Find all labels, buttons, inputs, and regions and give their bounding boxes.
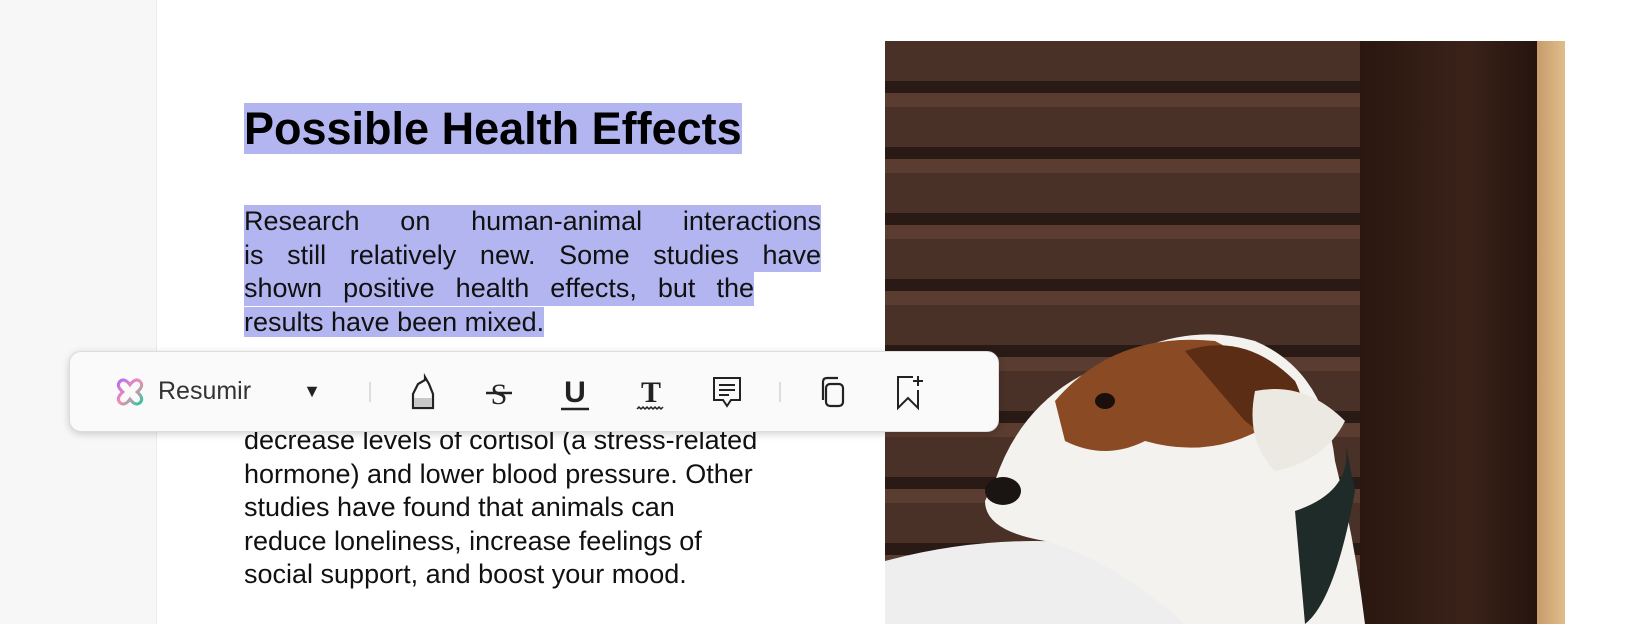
underline-button[interactable]: U [555,372,595,412]
strikethrough-button[interactable]: S [479,372,519,412]
squiggly-button[interactable]: T [631,372,671,412]
strikethrough-icon: S [485,378,512,411]
squiggly-text-icon: T [636,376,664,410]
svg-text:T: T [641,376,661,409]
text-line: results have been mixed. [244,306,545,340]
dog-photo [885,41,1565,624]
heading-text: Possible Health Effects [244,103,742,154]
text-line-selected: results have been mixed. [244,306,545,337]
add-bookmark-button[interactable] [889,372,929,412]
text-selection-toolbar: Resumir ▼ S U T [69,351,999,432]
text-line: studies have found that animals can [244,492,675,522]
text-line: social support, and boost your mood. [244,559,687,589]
text-line: shown positive health effects, but the [244,272,754,306]
summarize-dropdown-button[interactable]: ▼ [303,381,321,402]
copy-icon [821,376,845,407]
caret-down-icon: ▼ [303,381,321,401]
underline-icon: U [560,376,589,410]
paragraph: decrease levels of cortisol (a stress-re… [244,424,824,592]
text-line: is still relatively new. Some studies ha… [244,238,821,272]
summarize-button[interactable]: Resumir [112,374,251,410]
svg-text:S: S [491,378,508,411]
comment-icon [712,376,741,408]
summarize-label: Resumir [158,377,252,405]
heading: Possible Health Effects [244,103,742,155]
bookmark-add-icon [896,375,923,410]
highlight-icon [411,372,435,409]
paragraph-selected: Research on human-animal interactions is… [244,205,824,339]
divider [368,381,371,402]
sidebar [0,0,157,624]
ai-assistant-icon [116,377,144,406]
highlight-button[interactable] [403,372,443,412]
text-line: Research on human-animal interactions [244,205,821,239]
divider [778,381,781,402]
copy-button[interactable] [813,372,853,412]
text-line: hormone) and lower blood pressure. Other [244,458,753,489]
text-line: reduce loneliness, increase feelings of [244,525,702,556]
svg-text:U: U [564,376,586,409]
comment-button[interactable] [707,372,747,412]
